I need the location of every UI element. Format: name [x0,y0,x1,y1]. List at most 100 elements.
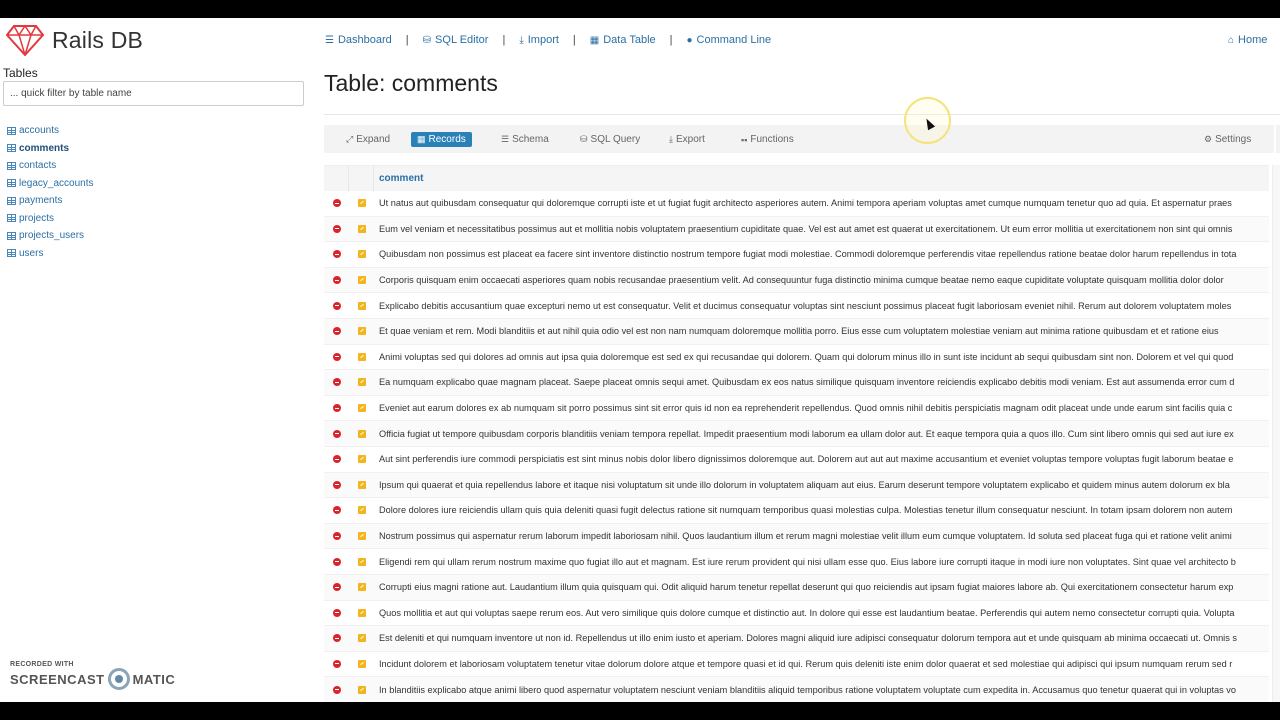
comment-cell[interactable]: Eum vel veniam et necessitatibus possimu… [374,224,1269,234]
delete-record-icon[interactable] [324,634,349,643]
comment-cell[interactable]: Et quae veniam et rem. Modi blanditiis e… [374,326,1269,336]
edit-record-icon[interactable] [349,685,374,694]
edit-record-icon[interactable] [349,659,374,668]
delete-record-icon[interactable] [324,352,349,361]
toolbar-overflow-edge [1276,125,1280,153]
comment-cell[interactable]: Animi voluptas sed qui dolores ad omnis … [374,352,1269,362]
app-name: Rails DB [52,26,144,53]
nav-dashboard[interactable]: ☰ Dashboard [325,34,392,46]
delete-record-icon[interactable] [324,532,349,541]
delete-record-icon[interactable] [324,608,349,617]
toolbar-button-label: Settings [1215,134,1252,145]
comment-cell[interactable]: In blanditiis explicabo atque animi libe… [374,685,1269,695]
edit-record-icon[interactable] [349,634,374,643]
toolbar-sql-query-button[interactable]: ⛁ SQL Query [574,132,646,147]
edit-record-icon[interactable] [349,480,374,489]
comment-cell[interactable]: Corporis quisquam enim occaecati asperio… [374,275,1269,285]
table-row: Nostrum possimus qui aspernatur rerum la… [324,523,1269,550]
home-link[interactable]: ⌂ Home [1228,34,1267,46]
delete-record-icon[interactable] [324,199,349,208]
nav-command-line[interactable]: ● Command Line [686,34,771,46]
delete-record-icon[interactable] [324,480,349,489]
delete-record-icon[interactable] [324,583,349,592]
sidebar-item-legacy-accounts[interactable]: legacy_accounts [7,175,94,193]
comment-cell[interactable]: Officia fugiat ut tempore quibusdam corp… [374,429,1269,439]
delete-record-icon[interactable] [324,404,349,413]
comment-cell[interactable]: Explicabo debitis accusantium quae excep… [374,301,1269,311]
comment-cell[interactable]: Aut sint perferendis iure commodi perspi… [374,454,1269,464]
edit-record-icon[interactable] [349,429,374,438]
sidebar-item-accounts[interactable]: accounts [7,122,94,140]
sidebar-item-comments[interactable]: comments [7,140,94,158]
delete-record-icon[interactable] [324,250,349,259]
comment-cell[interactable]: Ut natus aut quibusdam consequatur qui d… [374,198,1269,208]
toolbar-expand-button[interactable]: ⤢ Expand [340,132,396,147]
edit-record-icon[interactable] [349,583,374,592]
sidebar-item-label: contacts [19,160,57,172]
edit-record-icon[interactable] [349,455,374,464]
nav-import[interactable]: ⤓ Import [519,34,559,46]
comment-cell[interactable]: Incidunt dolorem et laboriosam voluptate… [374,659,1269,669]
edit-record-icon[interactable] [349,327,374,336]
delete-record-icon[interactable] [324,224,349,233]
comment-cell[interactable]: Est deleniti et qui numquam inventore ut… [374,633,1269,643]
grid-icon: ▪▪ [741,134,748,145]
comment-cell[interactable]: Dolore dolores iure reiciendis ullam qui… [374,505,1269,515]
delete-record-icon[interactable] [324,429,349,438]
delete-record-icon[interactable] [324,378,349,387]
edit-record-icon[interactable] [349,224,374,233]
toolbar-functions-button[interactable]: ▪▪ Functions [735,132,800,147]
comment-cell[interactable]: Ipsum qui quaerat et quia repellendus la… [374,480,1269,490]
delete-record-icon[interactable] [324,659,349,668]
toolbar-records-button[interactable]: ▦ Records [411,132,472,147]
delete-record-icon[interactable] [324,557,349,566]
delete-record-icon[interactable] [324,301,349,310]
toolbar-button-label: Expand [356,134,391,145]
comment-cell[interactable]: Eligendi rem qui ullam rerum nostrum max… [374,557,1269,567]
edit-record-icon[interactable] [349,557,374,566]
nav-data-table[interactable]: ▦ Data Table [590,34,656,46]
delete-record-icon[interactable] [324,276,349,285]
edit-record-icon[interactable] [349,199,374,208]
delete-record-icon[interactable] [324,455,349,464]
comment-cell[interactable]: Quibusdam non possimus est placeat ea fa… [374,249,1269,259]
app-logo[interactable]: Rails DB [6,24,143,56]
toolbar-schema-button[interactable]: ☰ Schema [495,132,555,147]
sidebar-item-users[interactable]: users [7,245,94,263]
toolbar-settings-button[interactable]: ⚙ Settings [1198,132,1257,147]
download-icon: ⤓ [669,134,673,144]
watermark-logo-icon [107,668,130,690]
nav-separator: | [502,34,506,46]
comment-cell[interactable]: Quos mollitia et aut qui voluptas saepe … [374,608,1269,618]
edit-record-icon[interactable] [349,250,374,259]
comment-cell[interactable]: Ea numquam explicabo quae magnam placeat… [374,377,1269,387]
edit-record-icon[interactable] [349,404,374,413]
table-row: Corrupti eius magni ratione aut. Laudant… [324,574,1269,601]
delete-record-icon[interactable] [324,327,349,336]
column-header-comment[interactable]: comment [374,173,423,184]
toolbar-export-button[interactable]: ⤓ Export [663,132,711,147]
comment-cell[interactable]: Eveniet aut earum dolores ex ab numquam … [374,403,1269,413]
comment-cell[interactable]: Nostrum possimus qui aspernatur rerum la… [374,531,1269,541]
table-filter-input[interactable] [3,81,304,106]
delete-record-icon[interactable] [324,685,349,694]
edit-record-icon[interactable] [349,301,374,310]
edit-record-icon[interactable] [349,506,374,515]
table-icon [7,126,16,135]
sidebar-item-projects[interactable]: projects [7,210,94,228]
page-title: Table: comments [324,70,498,96]
edit-record-icon[interactable] [349,532,374,541]
screencast-watermark: RECORDED WITH SCREENCAST MATIC [10,661,175,690]
nav-sql-editor[interactable]: ⛁ SQL Editor [423,34,489,46]
edit-record-icon[interactable] [349,378,374,387]
sidebar-item-projects-users[interactable]: projects_users [7,227,94,245]
database-icon: ⛁ [580,134,588,144]
edit-record-icon[interactable] [349,352,374,361]
sidebar-item-payments[interactable]: payments [7,192,94,210]
nav-separator: | [669,34,673,46]
sidebar-item-contacts[interactable]: contacts [7,157,94,175]
edit-record-icon[interactable] [349,276,374,285]
comment-cell[interactable]: Corrupti eius magni ratione aut. Laudant… [374,582,1269,592]
delete-record-icon[interactable] [324,506,349,515]
edit-record-icon[interactable] [349,608,374,617]
